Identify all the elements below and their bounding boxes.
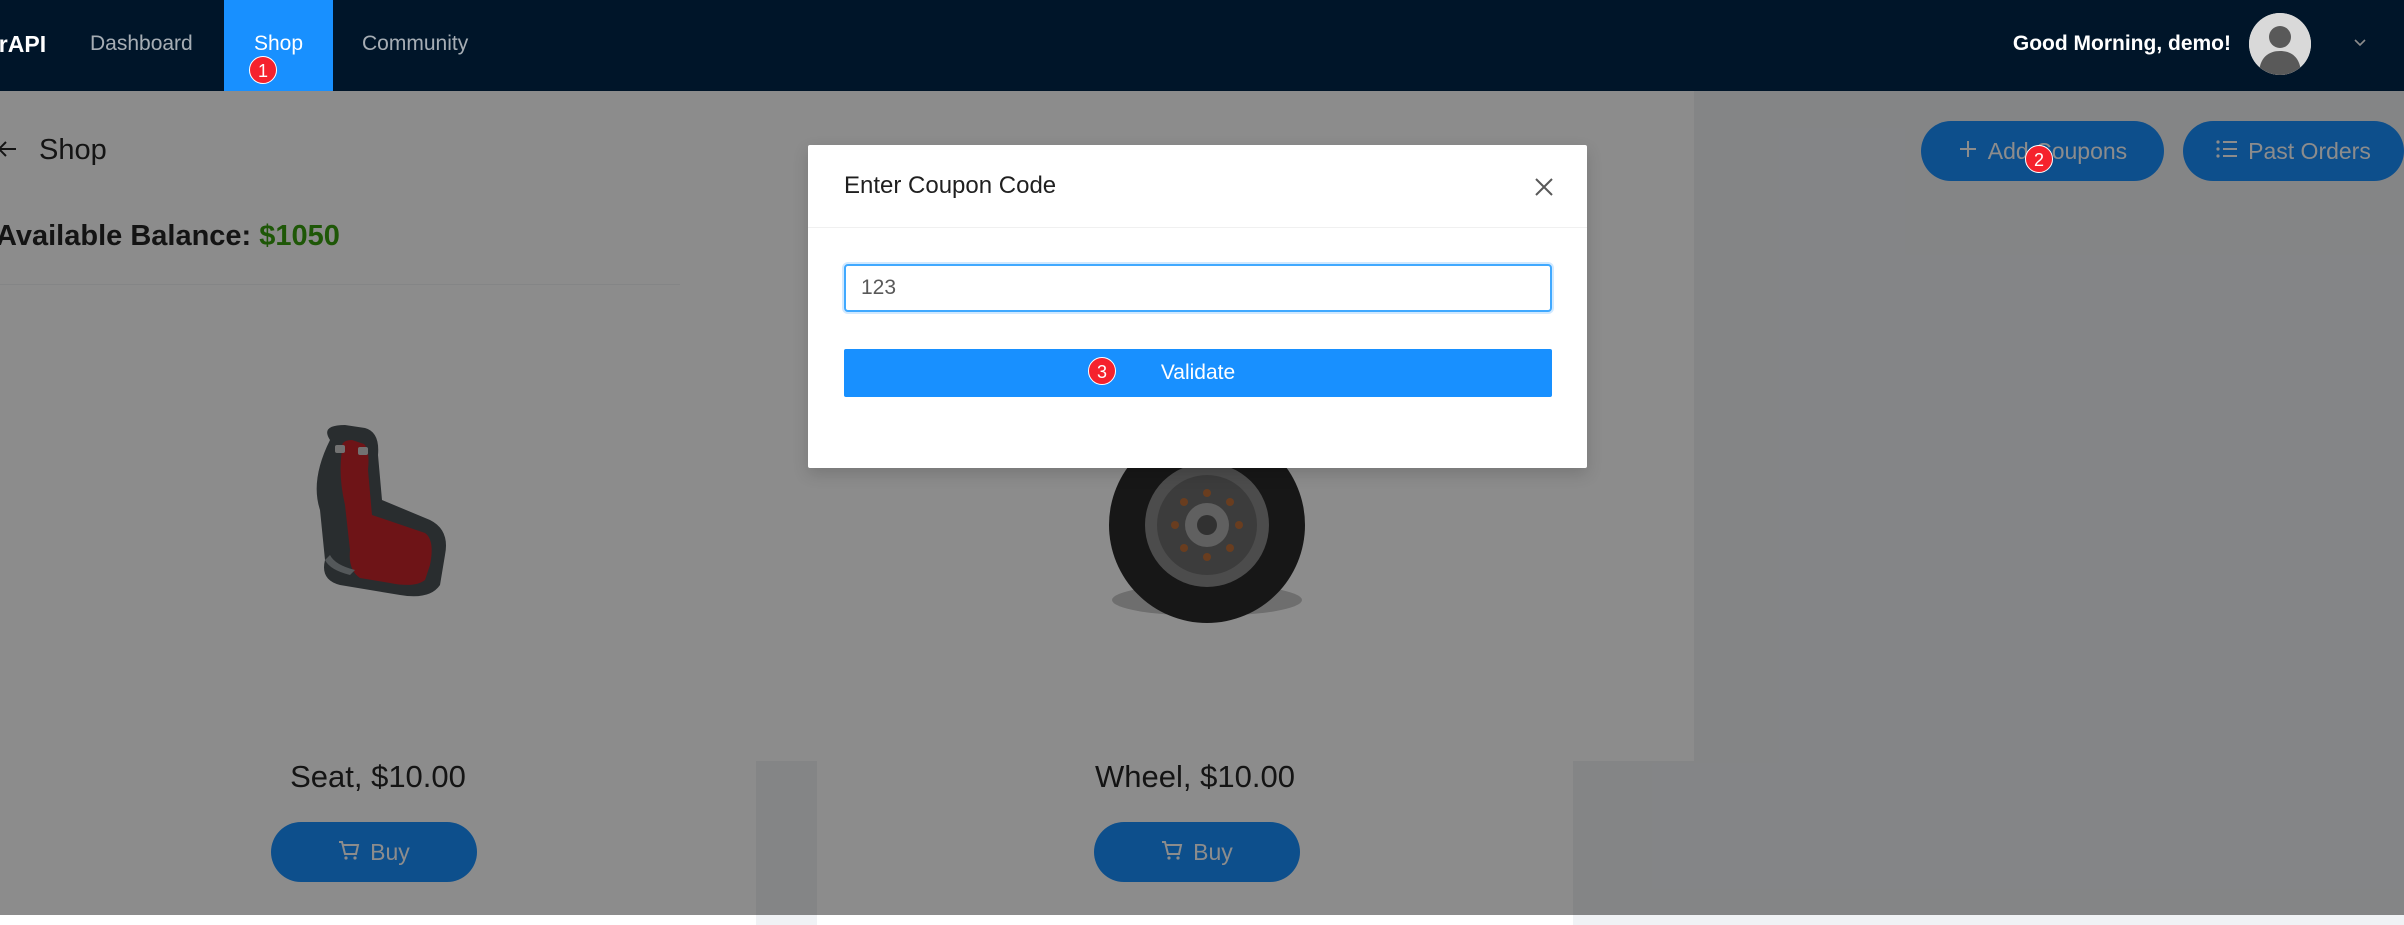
coupon-code-input[interactable] [844, 264, 1552, 312]
chevron-down-icon[interactable] [2354, 36, 2366, 48]
close-icon[interactable] [1533, 176, 1555, 198]
step-marker: 1 [249, 56, 277, 84]
step-marker: 2 [2025, 145, 2053, 173]
greeting-text: Good Morning, demo! [2012, 32, 2231, 55]
nav-item-dashboard[interactable]: Dashboard [90, 0, 193, 91]
user-avatar-icon[interactable] [2249, 13, 2311, 75]
modal-header: Enter Coupon Code [808, 145, 1587, 228]
brand-logo[interactable]: crAPI [0, 0, 46, 91]
nav-item-community[interactable]: Community [362, 0, 468, 91]
coupon-modal: Enter Coupon Code Validate [808, 145, 1587, 468]
top-navbar: crAPI Dashboard Shop Community Good Morn… [0, 0, 2404, 91]
step-marker: 3 [1088, 357, 1116, 385]
modal-title: Enter Coupon Code [844, 172, 1057, 199]
nav-item-shop[interactable]: Shop [224, 0, 333, 91]
validate-button[interactable]: Validate [844, 349, 1552, 397]
